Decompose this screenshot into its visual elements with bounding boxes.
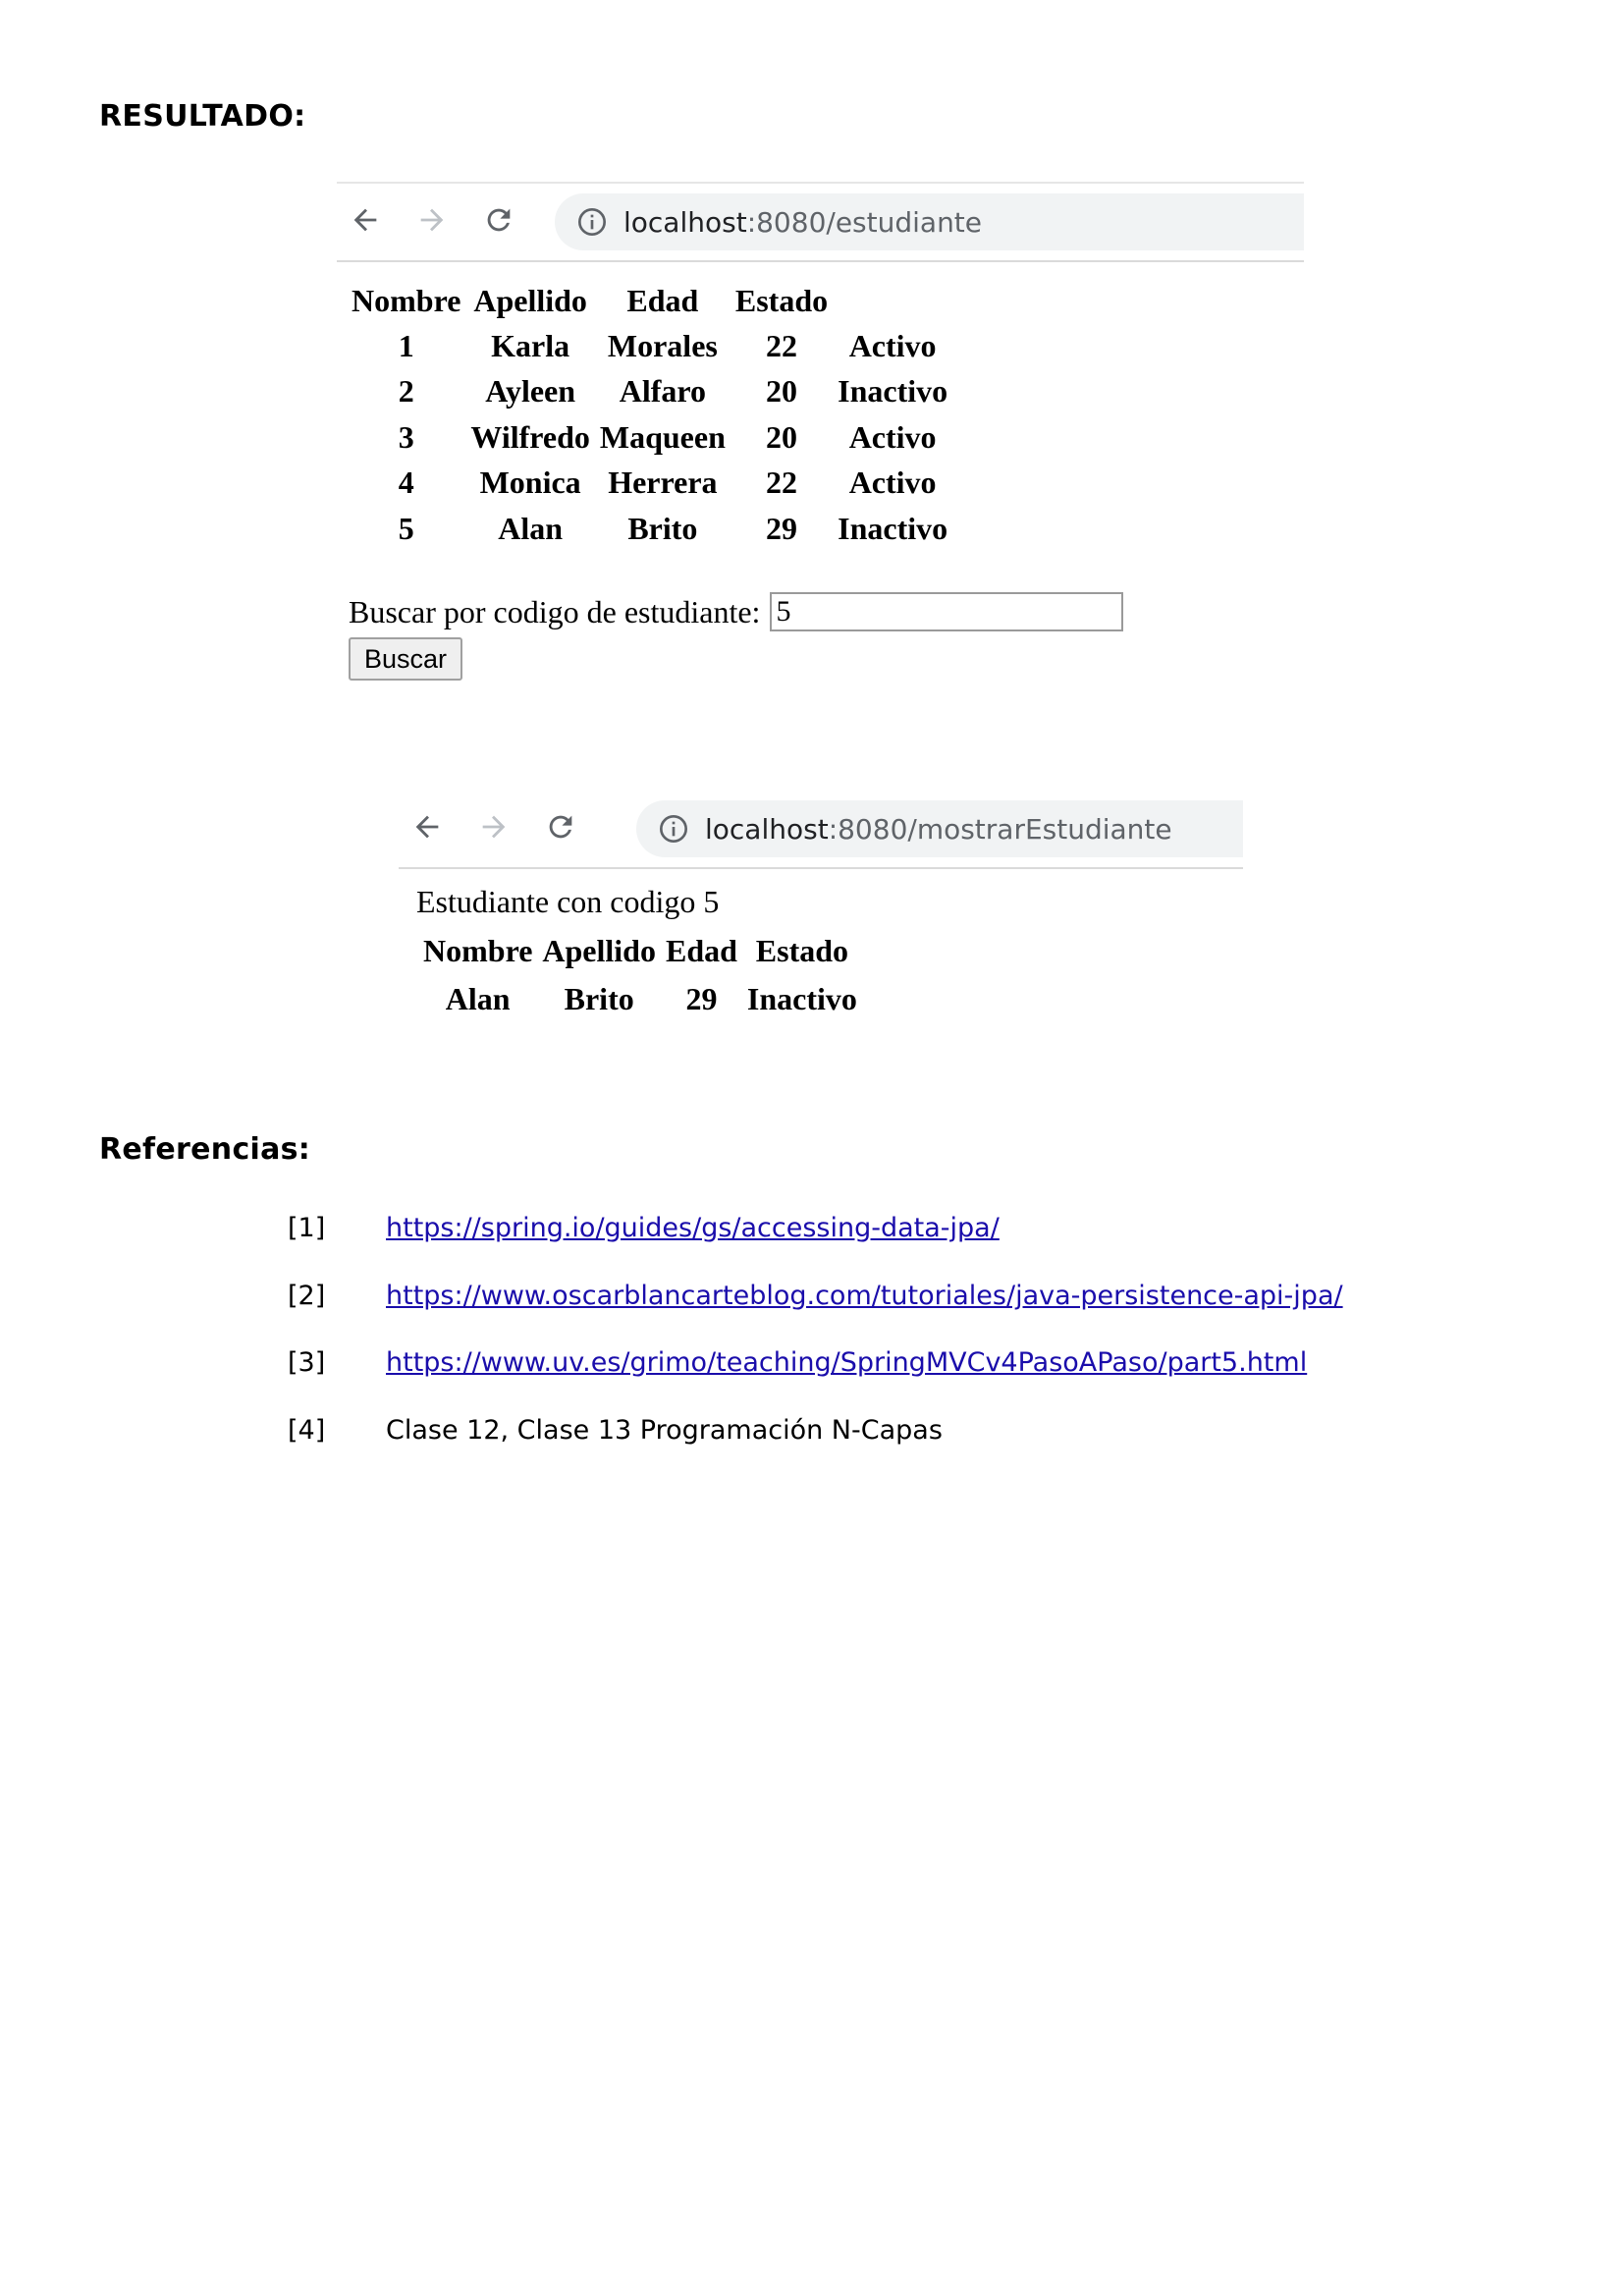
cell-name: Alan: [498, 510, 564, 546]
reference-item: [3] https://www.uv.es/grimo/teaching/Spr…: [288, 1347, 1343, 1415]
column-header: Nombre: [423, 932, 533, 968]
column-header: Estado: [734, 282, 829, 318]
reload-icon[interactable]: [476, 197, 521, 243]
reference-number: [1]: [288, 1213, 326, 1243]
address-bar[interactable]: localhost:8080/estudiante: [555, 193, 1304, 250]
cell-name: Wilfredo: [470, 418, 590, 455]
cell-surname: Morales: [607, 327, 718, 363]
column-header: Apellido: [542, 932, 656, 968]
reference-item: [2] https://www.oscarblancarteblog.com/t…: [288, 1281, 1343, 1348]
cell-surname: Herrera: [608, 465, 718, 501]
reference-link[interactable]: https://www.uv.es/grimo/teaching/SpringM…: [386, 1347, 1307, 1378]
cell-status: Inactivo: [746, 980, 857, 1016]
reload-icon[interactable]: [538, 804, 583, 849]
reference-number: [3]: [288, 1347, 326, 1378]
cell-status: Activo: [848, 327, 937, 363]
column-header: Estado: [755, 932, 849, 968]
cell-name: Alan: [445, 980, 511, 1016]
info-icon[interactable]: [576, 206, 608, 238]
cell-surname: Brito: [627, 510, 698, 546]
column-header: Apellido: [473, 282, 587, 318]
cell-code: 4: [398, 465, 414, 501]
search-row: Buscar por codigo de estudiante:: [349, 592, 1124, 631]
cell-age: 22: [766, 327, 797, 363]
cell-code: 5: [398, 510, 414, 546]
cell-age: 29: [766, 510, 797, 546]
reference-link[interactable]: https://spring.io/guides/gs/accessing-da…: [386, 1213, 1000, 1243]
browser-screenshot-mostrar-estudiante: localhost:8080/mostrarEstudiante Estudia…: [399, 791, 1243, 1031]
reference-link[interactable]: https://www.oscarblancarteblog.com/tutor…: [386, 1281, 1343, 1311]
cell-age: 29: [685, 980, 718, 1016]
browser-screenshot-estudiante: localhost:8080/estudiante Nombre Apellid…: [337, 182, 1304, 692]
cell-status: Inactivo: [838, 510, 948, 546]
url-text[interactable]: localhost:8080/mostrarEstudiante: [705, 813, 1172, 846]
references-list: [1] https://spring.io/guides/gs/accessin…: [288, 1213, 1343, 1482]
table-row: 5 Alan Brito 29 Inactivo: [347, 506, 952, 552]
table-header-row: Nombre Apellido Edad Estado: [347, 278, 952, 323]
cell-code: 1: [398, 327, 414, 363]
column-header: Edad: [665, 932, 737, 968]
cell-name: Karla: [491, 327, 570, 363]
table-header-row: Nombre Apellido Edad Estado: [418, 928, 862, 973]
search-label: Buscar por codigo de estudiante:: [349, 593, 761, 629]
cell-age: 20: [766, 418, 797, 455]
forward-arrow-icon[interactable]: [471, 804, 516, 849]
buscar-button[interactable]: Buscar: [349, 637, 463, 681]
back-arrow-icon[interactable]: [343, 197, 388, 243]
cell-age: 20: [766, 373, 797, 410]
browser-toolbar: localhost:8080/mostrarEstudiante: [399, 791, 1243, 869]
table-row: 2 Ayleen Alfaro 20 Inactivo: [347, 369, 952, 415]
back-arrow-icon[interactable]: [405, 804, 450, 849]
section-heading-referencias: Referencias:: [99, 1132, 311, 1167]
cell-code: 3: [398, 418, 414, 455]
student-code-input[interactable]: [770, 592, 1124, 631]
section-heading-resultado: RESULTADO:: [99, 99, 306, 134]
column-header: Edad: [626, 282, 699, 318]
cell-status: Activo: [848, 465, 937, 501]
cell-code: 2: [398, 373, 414, 410]
cell-name: Ayleen: [485, 373, 576, 410]
table-row: 3 Wilfredo Maqueen 20 Activo: [347, 414, 952, 461]
cell-name: Monica: [479, 465, 581, 501]
url-text[interactable]: localhost:8080/estudiante: [623, 206, 982, 239]
column-header: Nombre: [352, 282, 461, 318]
table-row: Alan Brito 29 Inactivo: [418, 973, 862, 1024]
cell-status: Inactivo: [838, 373, 948, 410]
table-row: 1 Karla Morales 22 Activo: [347, 323, 952, 369]
student-detail-table: Nombre Apellido Edad Estado Alan Brito 2…: [418, 928, 862, 1024]
result-caption: Estudiante con codigo 5: [416, 884, 720, 919]
reference-item: [4] Clase 12, Clase 13 Programación N-Ca…: [288, 1415, 1343, 1483]
cell-age: 22: [766, 465, 797, 501]
browser-toolbar: localhost:8080/estudiante: [337, 182, 1304, 262]
reference-text: Clase 12, Clase 13 Programación N-Capas: [386, 1414, 943, 1446]
cell-status: Activo: [848, 418, 937, 455]
reference-item: [1] https://spring.io/guides/gs/accessin…: [288, 1213, 1343, 1281]
forward-arrow-icon[interactable]: [409, 197, 455, 243]
info-icon[interactable]: [658, 813, 689, 845]
cell-surname: Brito: [564, 980, 634, 1016]
table-row: 4 Monica Herrera 22 Activo: [347, 461, 952, 507]
reference-number: [2]: [288, 1280, 326, 1311]
address-bar[interactable]: localhost:8080/mostrarEstudiante: [636, 800, 1243, 857]
students-table: Nombre Apellido Edad Estado 1 Karla Mora…: [347, 278, 952, 552]
cell-surname: Maqueen: [599, 418, 726, 455]
reference-number: [4]: [288, 1414, 326, 1446]
cell-surname: Alfaro: [619, 373, 707, 410]
